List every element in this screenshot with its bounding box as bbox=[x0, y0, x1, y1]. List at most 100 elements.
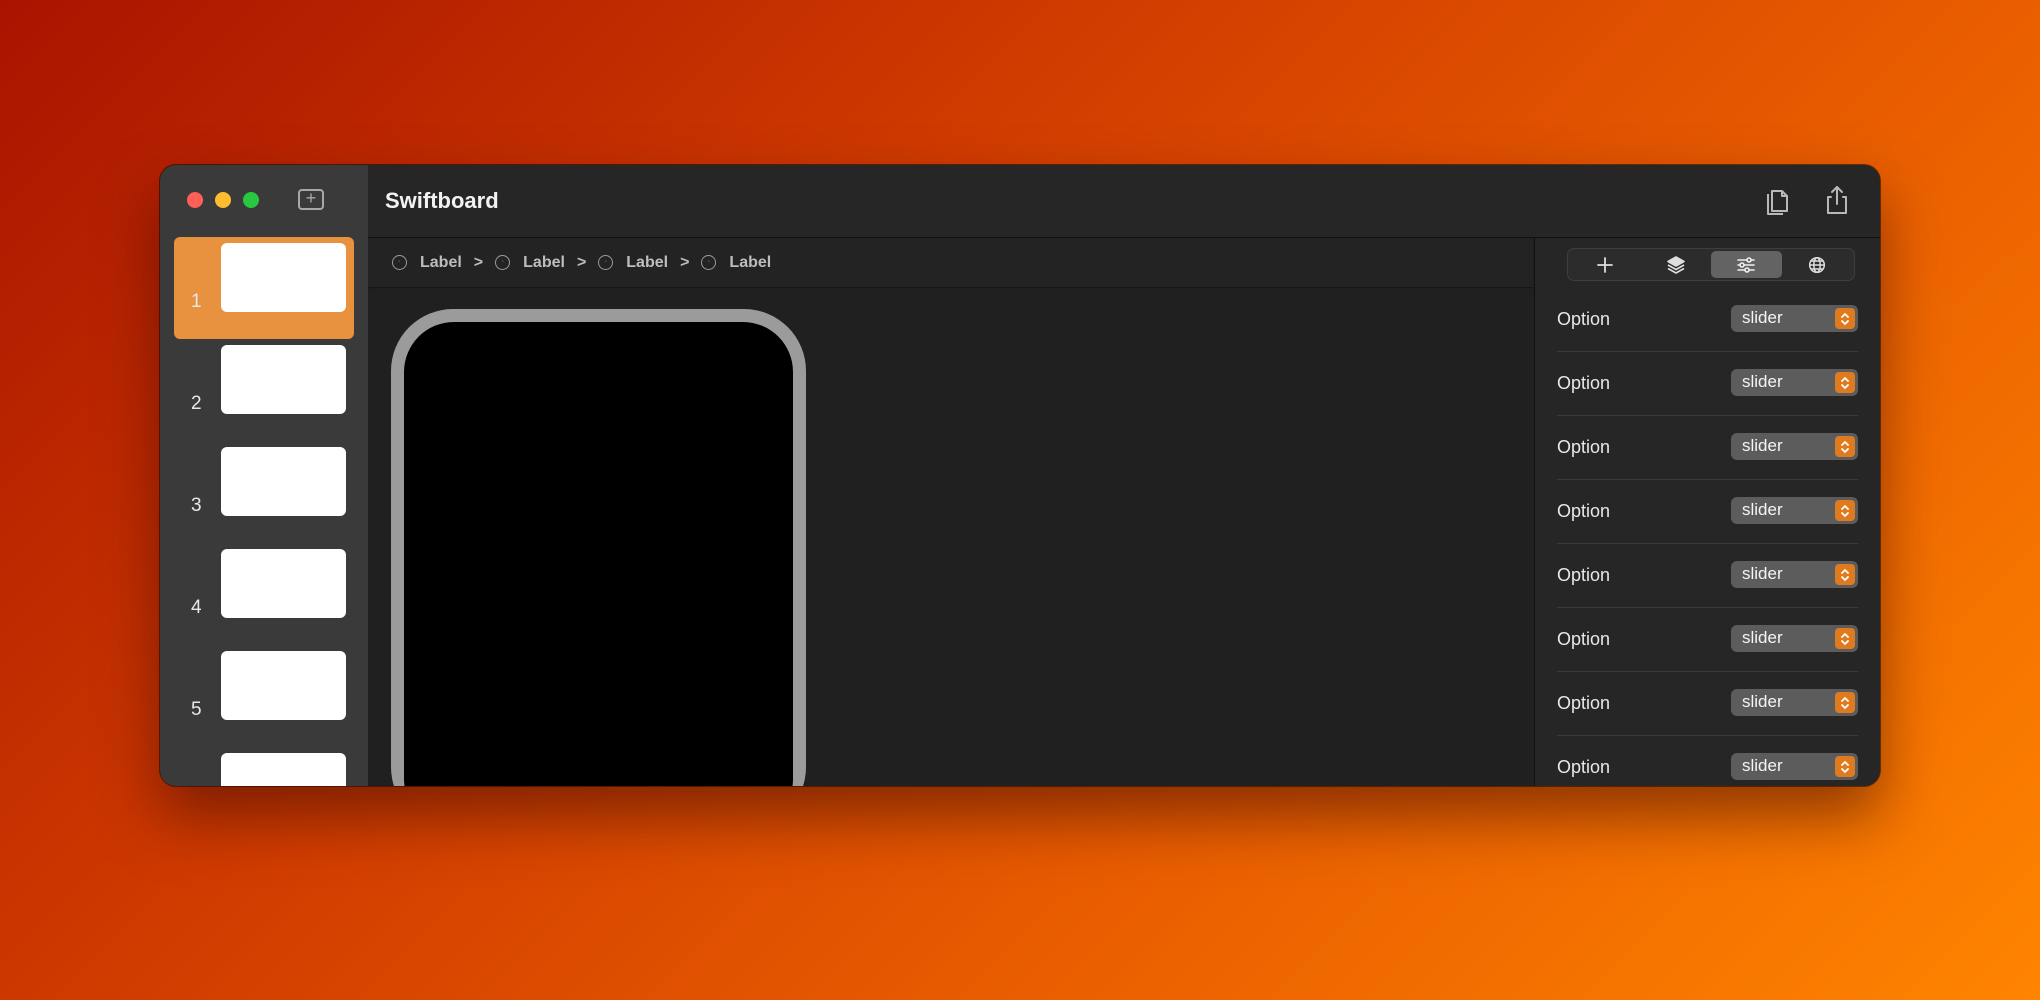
select-value: slider bbox=[1742, 308, 1783, 327]
layers-icon bbox=[1666, 255, 1685, 274]
globe-icon bbox=[1808, 256, 1825, 273]
slide-preview bbox=[221, 243, 346, 312]
slide-thumbnail[interactable]: 4 bbox=[174, 543, 354, 645]
slide-number: 5 bbox=[191, 699, 202, 720]
tab-add[interactable] bbox=[1570, 251, 1641, 278]
breadcrumb-item[interactable]: ◦ Label bbox=[598, 254, 668, 272]
breadcrumb-item[interactable]: ◦ Label bbox=[392, 254, 462, 272]
property-label: Option bbox=[1557, 501, 1611, 521]
property-row: Option slider bbox=[1557, 352, 1858, 416]
chevron-up-down-icon bbox=[1835, 372, 1855, 393]
chevron-up-down-icon bbox=[1835, 308, 1855, 329]
select-value: slider bbox=[1742, 564, 1783, 583]
slide-number: 2 bbox=[191, 393, 202, 414]
add-slide-button[interactable]: + bbox=[298, 189, 324, 210]
property-select[interactable]: slider bbox=[1731, 305, 1858, 332]
property-row: Option slider bbox=[1557, 736, 1858, 786]
breadcrumb-label: Label bbox=[626, 253, 669, 271]
property-row: Option slider bbox=[1557, 480, 1858, 544]
select-value: slider bbox=[1742, 692, 1783, 711]
property-row: Option slider bbox=[1557, 416, 1858, 480]
slide-thumbnail[interactable]: 2 bbox=[174, 339, 354, 441]
breadcrumb-item[interactable]: ◦ Label bbox=[495, 254, 565, 272]
chevron-up-down-icon bbox=[1835, 692, 1855, 713]
property-label: Option bbox=[1557, 309, 1611, 329]
zoom-window-button[interactable] bbox=[243, 192, 259, 208]
chevron-up-down-icon bbox=[1835, 564, 1855, 585]
app-window: + 1 2 3 4 5 Swiftboard ◦ Label > ◦ Label… bbox=[160, 165, 1880, 786]
chevron-up-down-icon bbox=[1835, 500, 1855, 521]
design-canvas[interactable] bbox=[368, 289, 1533, 786]
share-button[interactable] bbox=[1819, 182, 1855, 218]
breadcrumb-separator: > bbox=[680, 253, 690, 271]
slide-preview bbox=[221, 651, 346, 720]
duplicate-icon bbox=[1767, 190, 1788, 215]
breadcrumb-separator: > bbox=[473, 253, 484, 271]
slide-number: 3 bbox=[191, 495, 202, 516]
property-label: Option bbox=[1557, 693, 1611, 713]
chevron-up-down-icon bbox=[1835, 628, 1855, 649]
slide-thumbnail-list: 1 2 3 4 5 bbox=[174, 237, 354, 786]
property-label: Option bbox=[1557, 757, 1611, 777]
device-frame[interactable] bbox=[391, 309, 806, 786]
plus-square-icon: + bbox=[305, 188, 317, 208]
property-row: Option slider bbox=[1557, 608, 1858, 672]
component-icon: ◦ bbox=[598, 255, 614, 270]
breadcrumb-label: Label bbox=[420, 253, 462, 271]
property-row: Option slider bbox=[1557, 544, 1858, 608]
sliders-icon bbox=[1737, 256, 1756, 273]
slide-preview bbox=[221, 447, 346, 516]
duplicate-button[interactable] bbox=[1759, 182, 1795, 218]
select-value: slider bbox=[1742, 756, 1783, 775]
chevron-up-down-icon bbox=[1835, 436, 1855, 457]
chevron-up-down-icon bbox=[1835, 756, 1855, 777]
select-value: slider bbox=[1742, 372, 1783, 391]
select-value: slider bbox=[1742, 436, 1783, 455]
property-select[interactable]: slider bbox=[1731, 369, 1858, 396]
property-select[interactable]: slider bbox=[1731, 497, 1858, 524]
inspector-panel: Option slider Option slider Option slide… bbox=[1534, 238, 1880, 786]
property-select[interactable]: slider bbox=[1731, 433, 1858, 460]
plus-icon bbox=[1597, 256, 1614, 273]
property-list: Option slider Option slider Option slide… bbox=[1557, 288, 1858, 786]
close-window-button[interactable] bbox=[187, 192, 203, 208]
property-label: Option bbox=[1557, 437, 1611, 457]
slide-thumbnail[interactable] bbox=[174, 747, 354, 786]
slide-thumbnail[interactable]: 1 bbox=[174, 237, 354, 339]
breadcrumb-separator: > bbox=[576, 253, 587, 271]
property-label: Option bbox=[1557, 373, 1611, 393]
app-title: Swiftboard bbox=[385, 188, 499, 213]
component-icon: ◦ bbox=[392, 255, 407, 270]
slide-preview bbox=[221, 753, 346, 786]
select-value: slider bbox=[1742, 628, 1783, 647]
property-select[interactable]: slider bbox=[1731, 753, 1858, 780]
slide-thumbnail[interactable]: 5 bbox=[174, 645, 354, 747]
tab-globe[interactable] bbox=[1782, 251, 1853, 278]
property-select[interactable]: slider bbox=[1731, 689, 1858, 716]
property-select[interactable]: slider bbox=[1731, 625, 1858, 652]
component-icon: ◦ bbox=[701, 255, 717, 270]
breadcrumb-item[interactable]: ◦ Label bbox=[701, 254, 771, 272]
device-screen[interactable] bbox=[404, 322, 793, 786]
tab-properties[interactable] bbox=[1711, 251, 1782, 278]
breadcrumb: ◦ Label > ◦ Label > ◦ Label > ◦ Label bbox=[368, 238, 1533, 288]
property-label: Option bbox=[1557, 629, 1611, 649]
breadcrumb-label: Label bbox=[729, 253, 772, 271]
minimize-window-button[interactable] bbox=[215, 192, 231, 208]
tab-layers[interactable] bbox=[1641, 251, 1712, 278]
component-icon: ◦ bbox=[495, 255, 511, 270]
slide-thumbnail[interactable]: 3 bbox=[174, 441, 354, 543]
property-row: Option slider bbox=[1557, 288, 1858, 352]
slide-number: 1 bbox=[191, 291, 202, 312]
breadcrumb-label: Label bbox=[523, 253, 565, 271]
title-toolbar: Swiftboard bbox=[368, 165, 1880, 238]
slide-preview bbox=[221, 549, 346, 618]
property-label: Option bbox=[1557, 565, 1611, 585]
share-icon bbox=[1827, 186, 1847, 214]
slides-sidebar: + 1 2 3 4 5 bbox=[160, 165, 369, 786]
inspector-tabs bbox=[1567, 248, 1855, 281]
property-select[interactable]: slider bbox=[1731, 561, 1858, 588]
slide-preview bbox=[221, 345, 346, 414]
property-row: Option slider bbox=[1557, 672, 1858, 736]
select-value: slider bbox=[1742, 500, 1783, 519]
